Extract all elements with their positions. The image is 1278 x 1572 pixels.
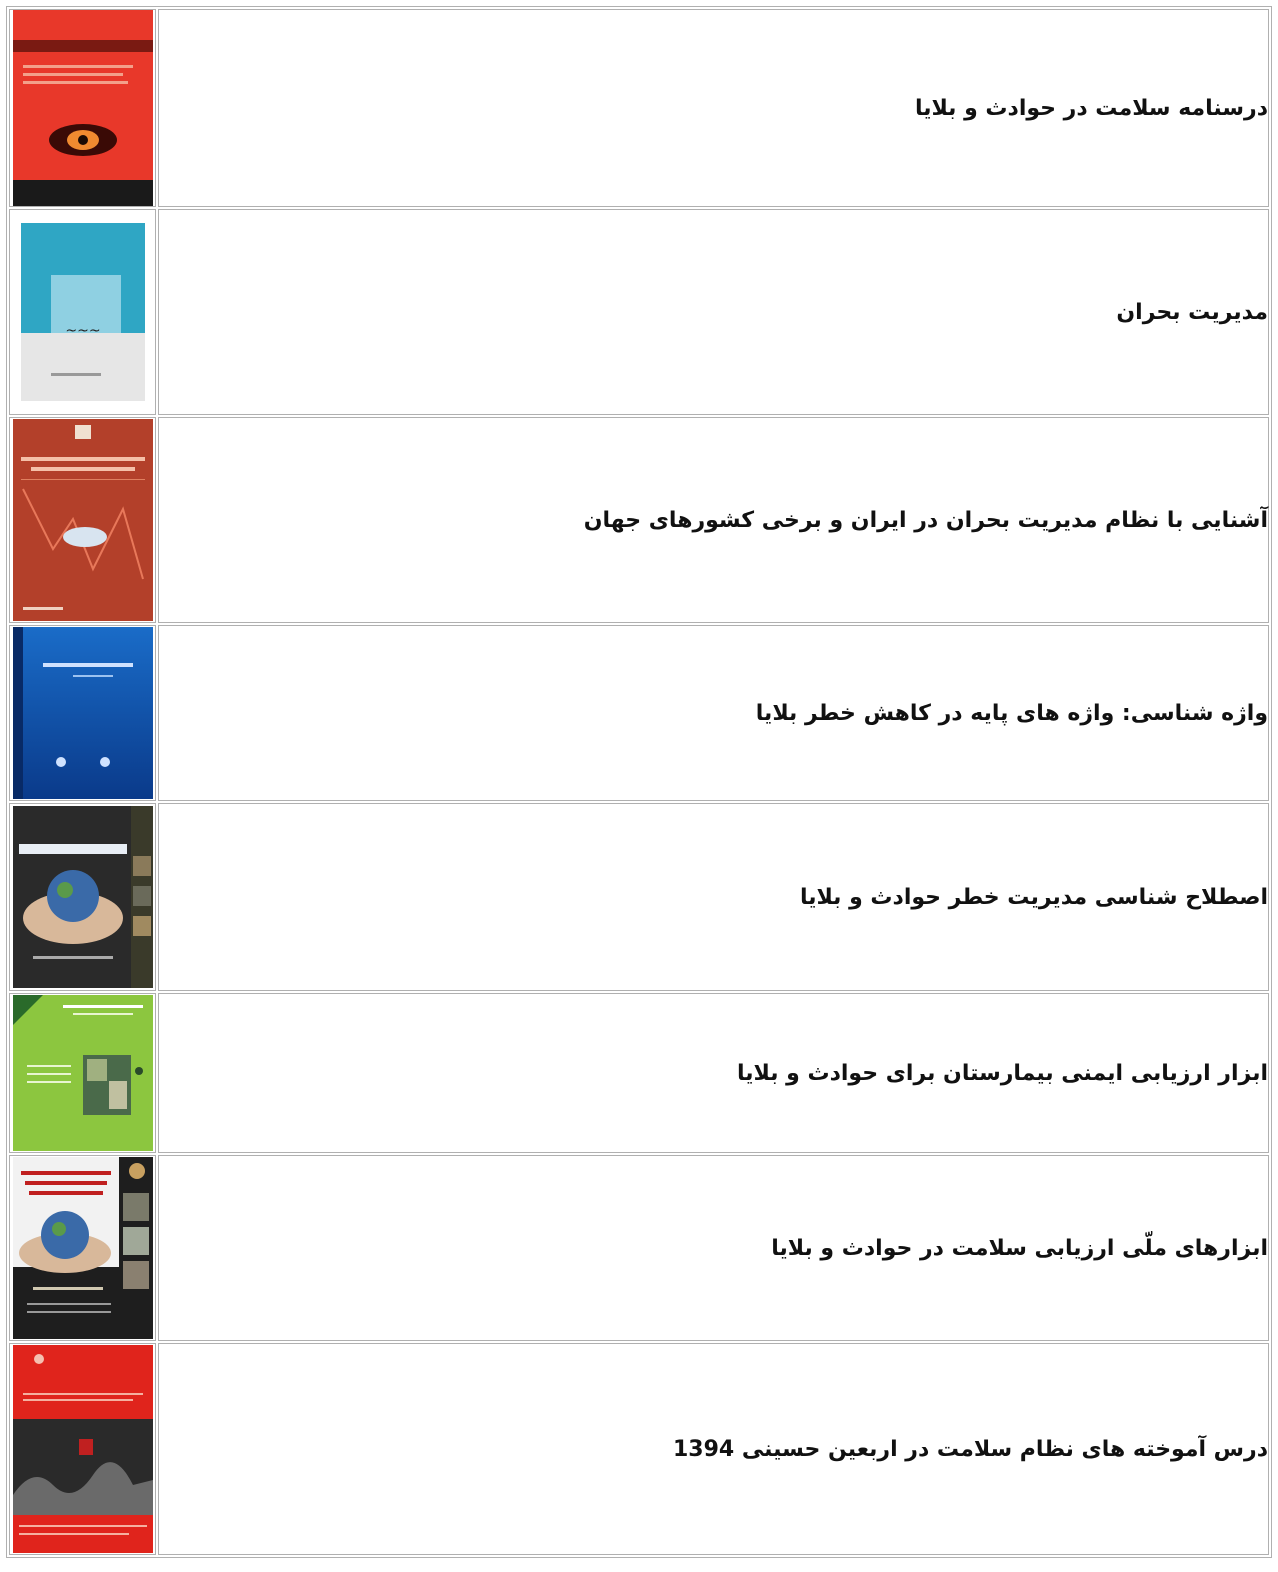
book-cover-green-icon[interactable] (12, 995, 153, 1151)
book-cover-blue-icon[interactable] (12, 627, 153, 799)
title-cell: آشنایی با نظام مدیریت بحران در ایران و ب… (158, 417, 1269, 623)
table-row: اصطلاح شناسی مدیریت خطر حوادث و بلایا (9, 803, 1269, 991)
cover-cell: ~~~ (9, 209, 156, 415)
table-row: واژه شناسی: واژه های پایه در کاهش خطر بل… (9, 625, 1269, 801)
book-cover-teal-grey-icon[interactable]: ~~~ (20, 223, 145, 401)
book-cover-dark-globe-icon[interactable] (12, 806, 153, 988)
book-cover-rust-icon[interactable] (12, 419, 153, 621)
table-row: ابزار ارزیابی ایمنی بیمارستان برای حوادث… (9, 993, 1269, 1153)
book-title-link[interactable]: مدیریت بحران (1116, 300, 1268, 325)
cover-cell (9, 993, 156, 1153)
table-row: ابزارهای ملّی ارزیابی سلامت در حوادث و ب… (9, 1155, 1269, 1341)
table-row: درسنامه سلامت در حوادث و بلایا (9, 9, 1269, 207)
cover-cell (9, 417, 156, 623)
cover-cell (9, 9, 156, 207)
table-row: درس آموخته های نظام سلامت در اربعین حسین… (9, 1343, 1269, 1555)
book-cover-red-crowd-icon[interactable] (12, 1345, 153, 1553)
title-cell: مدیریت بحران (158, 209, 1269, 415)
book-title-link[interactable]: درسنامه سلامت در حوادث و بلایا (915, 96, 1268, 121)
book-cover-dark-globe-hands-icon[interactable] (12, 1157, 153, 1339)
title-cell: درس آموخته های نظام سلامت در اربعین حسین… (158, 1343, 1269, 1555)
cover-cell (9, 1155, 156, 1341)
title-cell: ابزارهای ملّی ارزیابی سلامت در حوادث و ب… (158, 1155, 1269, 1341)
book-list-table: درسنامه سلامت در حوادث و بلایا ~~~ مدیری… (6, 6, 1272, 1558)
title-cell: درسنامه سلامت در حوادث و بلایا (158, 9, 1269, 207)
book-title-link[interactable]: آشنایی با نظام مدیریت بحران در ایران و ب… (584, 508, 1268, 533)
book-title-link[interactable]: ابزار ارزیابی ایمنی بیمارستان برای حوادث… (737, 1061, 1268, 1086)
book-title-link[interactable]: درس آموخته های نظام سلامت در اربعین حسین… (673, 1437, 1268, 1462)
table-row: آشنایی با نظام مدیریت بحران در ایران و ب… (9, 417, 1269, 623)
book-title-link[interactable]: اصطلاح شناسی مدیریت خطر حوادث و بلایا (800, 885, 1268, 910)
book-cover-red-eye-icon[interactable] (12, 10, 153, 206)
svg-text:~~~: ~~~ (65, 323, 100, 339)
cover-cell (9, 1343, 156, 1555)
title-cell: واژه شناسی: واژه های پایه در کاهش خطر بل… (158, 625, 1269, 801)
table-row: ~~~ مدیریت بحران (9, 209, 1269, 415)
book-title-link[interactable]: ابزارهای ملّی ارزیابی سلامت در حوادث و ب… (771, 1236, 1268, 1261)
cover-cell (9, 625, 156, 801)
title-cell: اصطلاح شناسی مدیریت خطر حوادث و بلایا (158, 803, 1269, 991)
cover-cell (9, 803, 156, 991)
title-cell: ابزار ارزیابی ایمنی بیمارستان برای حوادث… (158, 993, 1269, 1153)
book-title-link[interactable]: واژه شناسی: واژه های پایه در کاهش خطر بل… (756, 701, 1268, 726)
